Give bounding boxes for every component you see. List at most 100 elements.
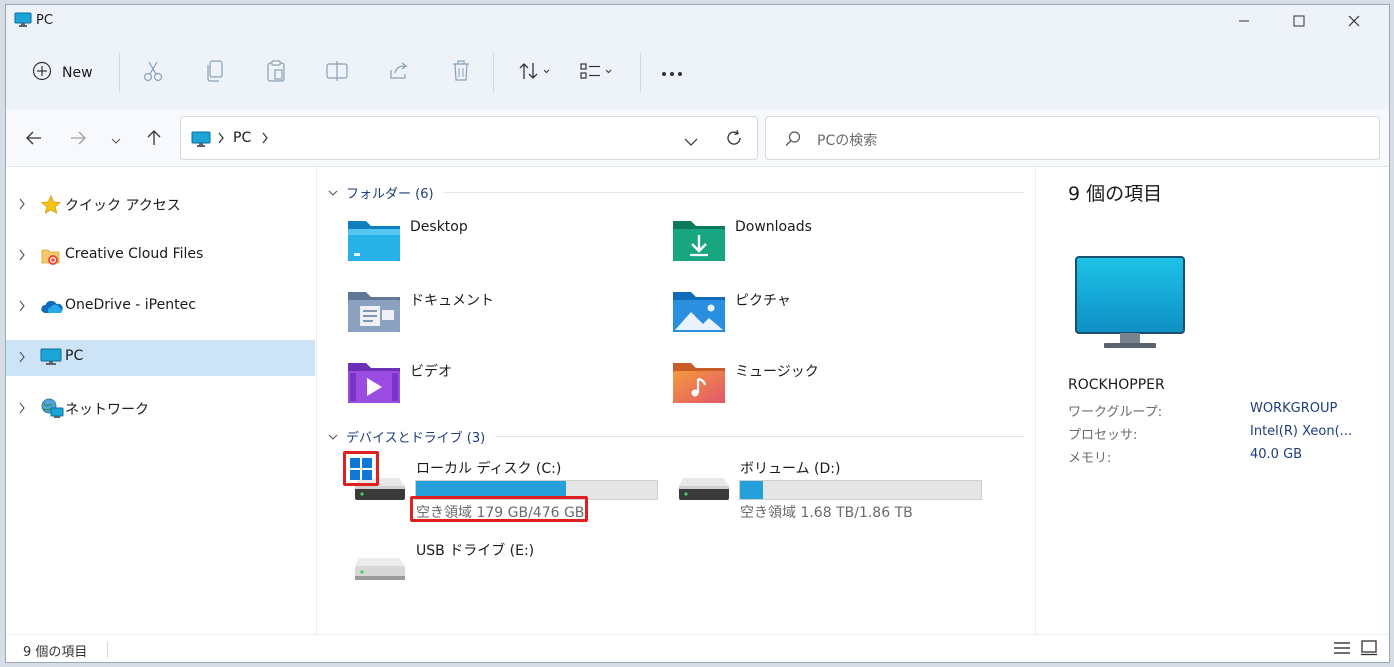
details-title: 9 個の項目 (1068, 183, 1163, 205)
search-box[interactable]: PCの検索 (765, 116, 1380, 160)
share-button[interactable] (384, 57, 414, 89)
sidebar-item-pc[interactable]: PC (6, 340, 315, 376)
large-icons-view-icon (1360, 640, 1378, 660)
arrow-up-icon (147, 130, 161, 150)
share-icon (388, 61, 410, 85)
delete-button[interactable] (446, 57, 476, 89)
navigation-pane: クイック アクセス Creative Cloud Files OneDrive … (6, 167, 317, 634)
usb-drive-icon (352, 546, 408, 594)
window-title: PC (36, 13, 53, 28)
new-button-label: New (62, 65, 93, 81)
folder-downloads[interactable]: Downloads (671, 215, 971, 271)
folder-pictures[interactable]: ピクチャ (671, 286, 971, 342)
chevron-right-icon[interactable] (18, 401, 26, 419)
folders-group-header[interactable]: フォルダー (6) (328, 182, 1024, 202)
videos-folder-icon (346, 357, 402, 409)
chevron-right-icon[interactable] (18, 350, 26, 368)
breadcrumb-separator-icon (217, 132, 225, 148)
sidebar-item-network[interactable]: ネットワーク (6, 391, 315, 427)
chevron-right-icon[interactable] (18, 248, 26, 266)
maximize-button[interactable] (1271, 5, 1326, 37)
status-separator (107, 642, 108, 658)
drive-label: USB ドライブ (E:) (416, 543, 535, 559)
folder-documents[interactable]: ドキュメント (346, 286, 646, 342)
delete-icon (452, 60, 470, 86)
music-folder-icon (671, 357, 727, 409)
drive-label: ローカル ディスク (C:) (416, 461, 562, 477)
folder-videos[interactable]: ビデオ (346, 357, 646, 413)
pc-monitor-icon (40, 347, 62, 371)
property-value: 40.0 GB (1250, 447, 1303, 462)
cut-button[interactable] (138, 57, 168, 89)
drive-free-space: 空き領域 1.68 TB/1.86 TB (740, 505, 913, 521)
back-button[interactable] (20, 126, 48, 154)
chevron-right-icon[interactable] (18, 299, 26, 317)
property-row: ワークグループ: WORKGROUP (1068, 401, 1388, 423)
group-divider (495, 435, 1024, 437)
search-placeholder: PCの検索 (817, 133, 878, 149)
folder-music[interactable]: ミュージック (671, 357, 971, 413)
refresh-icon[interactable] (725, 129, 743, 151)
folder-desktop[interactable]: Desktop (346, 215, 646, 271)
property-row: メモリ: 40.0 GB (1068, 447, 1388, 469)
annotation-box-free-space (410, 496, 588, 522)
onedrive-cloud-icon (40, 296, 64, 322)
paste-icon (266, 60, 286, 86)
star-icon (40, 194, 62, 220)
large-icons-view-button[interactable] (1358, 640, 1380, 660)
arrow-left-icon (26, 131, 42, 149)
property-key: ワークグループ: (1068, 405, 1163, 420)
drive-usage-bar (739, 480, 982, 500)
sidebar-item-creative-cloud[interactable]: Creative Cloud Files (6, 238, 315, 274)
rename-button[interactable] (322, 57, 352, 89)
property-value: WORKGROUP (1250, 401, 1338, 416)
folder-label: ピクチャ (735, 293, 791, 309)
chevron-right-icon[interactable] (18, 197, 26, 215)
breadcrumb-separator-icon[interactable] (261, 132, 269, 148)
toolbar-separator (640, 53, 641, 93)
plus-circle-icon (32, 61, 52, 85)
recent-locations-button[interactable] (102, 126, 130, 154)
sidebar-item-quick-access[interactable]: クイック アクセス (6, 187, 315, 223)
folder-label: ミュージック (735, 364, 819, 380)
chevron-down-icon (111, 132, 121, 148)
windows-logo-icon (349, 457, 373, 485)
drive-e[interactable]: USB ドライブ (E:) (352, 538, 662, 602)
view-button[interactable] (578, 57, 618, 89)
up-button[interactable] (140, 126, 168, 154)
desktop-folder-icon (346, 215, 402, 267)
sort-button[interactable] (516, 57, 556, 89)
details-view-button[interactable] (1331, 640, 1353, 660)
pc-monitor-icon (14, 12, 32, 32)
group-label: フォルダー (6) (346, 186, 434, 202)
item-count: 9 個の項目 (23, 645, 88, 660)
address-row: PC PCの検索 (6, 109, 1389, 167)
folder-label: Downloads (735, 219, 812, 235)
drives-group-header[interactable]: デバイスとドライブ (3) (328, 426, 1024, 446)
group-label: デバイスとドライブ (3) (346, 430, 486, 446)
computer-name: ROCKHOPPER (1068, 377, 1165, 393)
sidebar-item-onedrive[interactable]: OneDrive - iPentec (6, 289, 315, 325)
title-bar[interactable]: PC (6, 5, 1389, 37)
copy-icon (206, 60, 224, 86)
drive-d[interactable]: ボリューム (D:) 空き領域 1.68 TB/1.86 TB (676, 456, 986, 521)
details-pane: 9 個の項目 ROCKHOPPER ワークグループ: WORKGROUP プロセ… (1035, 167, 1389, 634)
address-history-dropdown[interactable] (684, 134, 698, 150)
copy-button[interactable] (200, 57, 230, 89)
view-icon (580, 61, 616, 85)
address-bar[interactable]: PC (180, 116, 758, 160)
paste-button[interactable] (261, 57, 291, 89)
more-options-button[interactable] (657, 57, 687, 89)
property-value: Intel(R) Xeon(... (1250, 424, 1353, 439)
sidebar-item-label: クイック アクセス (65, 198, 181, 214)
breadcrumb-pc[interactable]: PC (233, 130, 251, 146)
group-divider (443, 191, 1024, 193)
close-button[interactable] (1326, 5, 1381, 37)
sidebar-item-label: ネットワーク (65, 402, 149, 418)
toolbar-separator (119, 53, 120, 93)
minimize-button[interactable] (1216, 5, 1271, 37)
new-button[interactable]: New (32, 57, 102, 89)
sidebar-item-label: Creative Cloud Files (65, 246, 204, 262)
property-key: メモリ: (1068, 451, 1112, 466)
forward-button[interactable] (64, 126, 92, 154)
